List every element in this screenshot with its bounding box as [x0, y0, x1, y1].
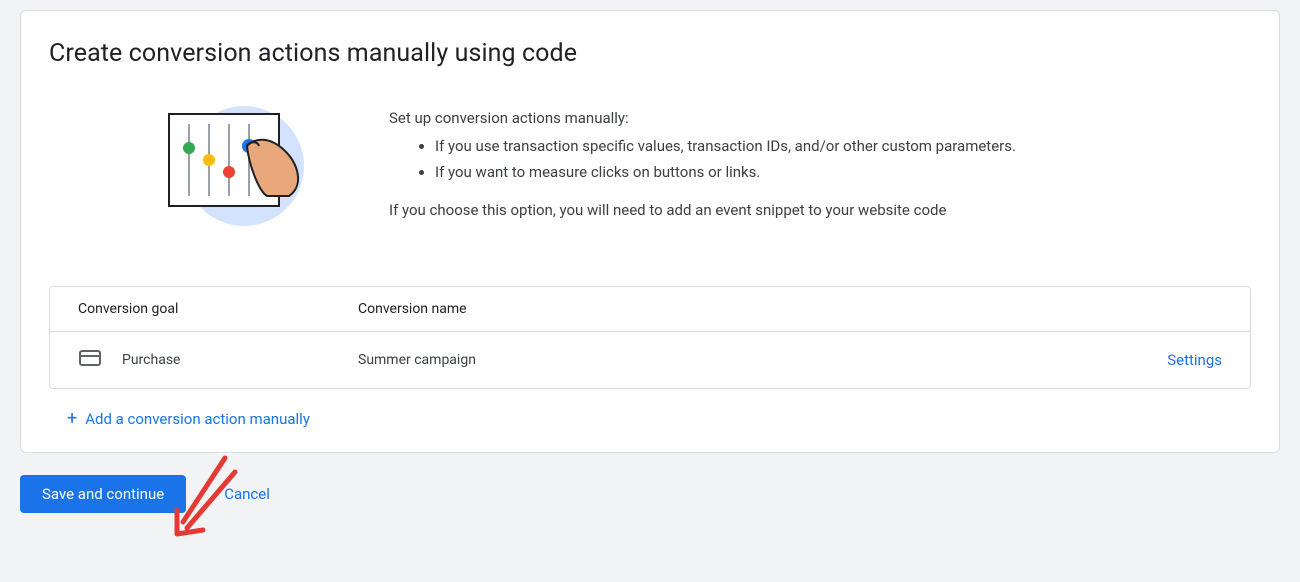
intro-section: Set up conversion actions manually: If y… [49, 96, 1251, 246]
sliders-illustration [149, 96, 329, 246]
intro-bullet: If you use transaction specific values, … [435, 134, 1251, 158]
plus-icon: + [67, 410, 77, 428]
cancel-button[interactable]: Cancel [224, 485, 270, 503]
intro-bullets: If you use transaction specific values, … [389, 134, 1251, 184]
add-conversion-action-link[interactable]: + Add a conversion action manually [49, 410, 310, 428]
table-row: Purchase Summer campaign Settings [50, 332, 1250, 388]
intro-bullet: If you want to measure clicks on buttons… [435, 160, 1251, 184]
save-and-continue-button[interactable]: Save and continue [20, 475, 186, 513]
intro-text: Set up conversion actions manually: If y… [389, 96, 1251, 226]
th-goal: Conversion goal [78, 301, 358, 317]
goal-label: Purchase [122, 352, 180, 368]
td-name: Summer campaign [358, 352, 1102, 368]
main-card: Create conversion actions manually using… [20, 10, 1280, 453]
td-goal: Purchase [78, 346, 358, 374]
conversion-table: Conversion goal Conversion name Purchase… [49, 286, 1251, 389]
settings-link[interactable]: Settings [1102, 351, 1222, 369]
add-link-label: Add a conversion action manually [85, 410, 310, 428]
footer-actions: Save and continue Cancel [20, 475, 1280, 513]
credit-card-icon [78, 346, 102, 374]
th-name: Conversion name [358, 301, 1102, 317]
intro-lead: Set up conversion actions manually: [389, 106, 1251, 130]
page-title: Create conversion actions manually using… [49, 39, 1251, 68]
table-header-row: Conversion goal Conversion name [50, 287, 1250, 332]
intro-note: If you choose this option, you will need… [389, 198, 1251, 222]
